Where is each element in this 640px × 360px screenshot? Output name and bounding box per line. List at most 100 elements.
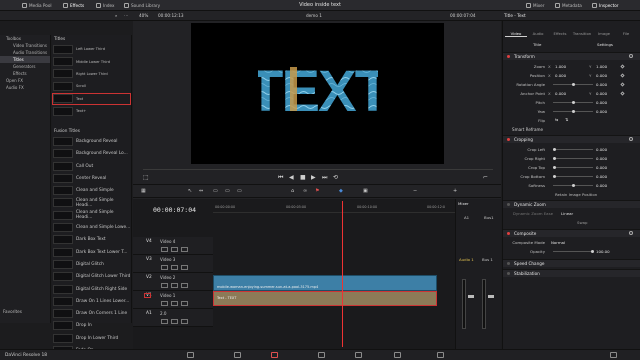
sound-library-button[interactable]: Sound Library	[124, 2, 160, 9]
zoom-in-icon[interactable]: +	[453, 188, 457, 194]
tab-video[interactable]: Video	[505, 31, 527, 37]
track-header-a1[interactable]: A1 2.0	[133, 309, 213, 327]
project-manager-icon[interactable]	[610, 352, 617, 358]
lock-track-button[interactable]	[161, 283, 168, 288]
tree-item-audio-transitions[interactable]: Audio Transitions	[0, 49, 50, 56]
timeline-ruler[interactable]: 00:00:00:00 00:00:05:00 00:00:10:00 00:0…	[213, 201, 455, 213]
swap-button[interactable]: Swap	[577, 220, 588, 225]
tree-item-video-transitions[interactable]: Video Transitions	[0, 42, 50, 49]
go-to-end-icon[interactable]: ⏭	[322, 174, 327, 182]
zoom-y-field[interactable]: 1.000	[596, 64, 607, 69]
fusion-title-item[interactable]: Clean and Simple Lowe...	[52, 221, 131, 233]
track-header-v2[interactable]: V2 Video 2	[133, 273, 213, 291]
mixer-button[interactable]: Mixer	[526, 2, 544, 9]
fusion-title-item[interactable]: Digital Glitch Lower Third	[52, 271, 131, 283]
composite-section[interactable]: Composite	[503, 229, 640, 237]
flip-vertical-icon[interactable]: ⇅	[565, 117, 568, 122]
title-item[interactable]: Middle Lower Third	[52, 55, 131, 67]
trim-tool-icon[interactable]: ⇔	[199, 188, 203, 194]
zoom-full-icon[interactable]: ▣	[363, 188, 368, 194]
track-visibility-button[interactable]	[181, 283, 188, 288]
tree-item-open-fx[interactable]: Open FX	[0, 77, 50, 84]
yaw-field[interactable]: 0.000	[596, 109, 607, 114]
search-icon[interactable]: ⌕	[115, 13, 117, 18]
loop-icon[interactable]: ⟲	[333, 174, 338, 181]
anchor-x-field[interactable]: 0.000	[555, 91, 566, 96]
transform-section[interactable]: Transform	[503, 52, 640, 60]
layout-icon[interactable]: ▦	[141, 188, 146, 194]
flag-icon[interactable]: ⚑	[315, 188, 319, 194]
mute-track-button[interactable]	[181, 319, 188, 324]
fusion-title-item[interactable]: Clean and Simple Headi...	[52, 209, 131, 221]
subtab-settings[interactable]: Settings	[597, 42, 613, 47]
rotation-field[interactable]: 0.000	[596, 82, 607, 87]
keyframe-icon[interactable]	[620, 64, 625, 69]
crop-left-field[interactable]: 0.000	[596, 147, 607, 152]
index-button[interactable]: Index	[96, 2, 115, 9]
keyframe-icon[interactable]	[620, 82, 625, 87]
fusion-title-item[interactable]: Call Out	[52, 160, 131, 172]
tab-audio[interactable]: Audio	[527, 31, 549, 36]
lock-track-button[interactable]	[161, 301, 168, 306]
viewer-canvas[interactable]: TEXT	[191, 23, 444, 164]
title-item[interactable]: Scroll	[52, 80, 131, 92]
fusion-title-item[interactable]: Center Reveal	[52, 172, 131, 184]
video-clip[interactable]: mobile-woman-enjoying-summer-sun-at-a-po…	[213, 275, 437, 291]
metadata-button[interactable]: Metadata	[555, 2, 582, 9]
fusion-title-item[interactable]: Background Reveal Lo...	[52, 148, 131, 160]
fusion-title-item[interactable]: Drop In Lower Third	[52, 332, 131, 344]
link-icon[interactable]: ∞	[303, 188, 307, 194]
anchor-y-field[interactable]: 0.000	[596, 91, 607, 96]
tree-item-audio-fx[interactable]: Audio FX	[0, 84, 50, 91]
title-item-selected[interactable]: Text	[52, 92, 131, 105]
replace-clip-icon[interactable]: ▭	[237, 188, 242, 194]
tree-item-toolbox[interactable]: Toolbox	[0, 35, 50, 42]
deliver-page-icon[interactable]	[437, 352, 444, 358]
fusion-title-item[interactable]: Drop In	[52, 320, 131, 332]
crop-left-slider[interactable]	[553, 148, 593, 151]
softness-field[interactable]: 0.000	[596, 183, 607, 188]
solo-track-button[interactable]	[171, 319, 178, 324]
opacity-slider[interactable]	[553, 250, 594, 253]
keyframe-icon[interactable]	[620, 73, 625, 78]
composite-mode-select[interactable]: Normal	[551, 240, 565, 245]
dynamic-zoom-section[interactable]: Dynamic Zoom	[503, 200, 640, 208]
snapping-icon[interactable]: ⌂	[291, 188, 294, 194]
match-frame-icon[interactable]: ⌐	[483, 174, 488, 181]
media-pool-button[interactable]: Media Pool	[22, 2, 52, 9]
bus1-fader[interactable]	[488, 295, 494, 298]
cut-page-icon[interactable]	[234, 352, 241, 358]
tree-item-generators[interactable]: Generators	[0, 63, 50, 70]
fusion-title-item[interactable]: Digital Glitch	[52, 258, 131, 270]
fusion-title-item[interactable]: Draw On 1 Lines Lower...	[52, 295, 131, 307]
retain-image-position-checkbox[interactable]: Retain Image Position	[555, 192, 597, 197]
play-icon[interactable]: ▶	[311, 174, 316, 181]
title-item[interactable]: Left Lower Third	[52, 43, 131, 55]
reset-icon[interactable]	[629, 137, 633, 141]
destination-track-button[interactable]	[144, 293, 151, 298]
track-header-v4[interactable]: V4 Video 4	[133, 237, 213, 255]
title-item[interactable]: Right Lower Third	[52, 68, 131, 80]
go-to-start-icon[interactable]: ⏮	[278, 174, 283, 182]
position-x-field[interactable]: 0.000	[555, 73, 566, 78]
color-page-icon[interactable]	[355, 352, 362, 358]
zoom-out-icon[interactable]: −	[413, 188, 417, 194]
fusion-title-item[interactable]: Clean and Simple	[52, 185, 131, 197]
auto-select-button[interactable]	[171, 283, 178, 288]
fusion-title-item[interactable]: Dark Box Text	[52, 234, 131, 246]
reverse-icon[interactable]: ◀	[289, 174, 294, 181]
edit-page-icon[interactable]	[271, 352, 278, 358]
track-visibility-button[interactable]	[181, 301, 188, 306]
selection-tool-icon[interactable]: ↖	[188, 188, 192, 194]
enable-dot[interactable]	[507, 262, 510, 265]
tab-effects[interactable]: Effects	[549, 31, 571, 36]
fusion-title-item[interactable]: Digital Glitch Right Side	[52, 283, 131, 295]
viewer-options-icon[interactable]: ⬚	[143, 174, 149, 181]
tab-file[interactable]: File	[615, 31, 637, 36]
fusion-title-item[interactable]: Clean and Simple Headi...	[52, 197, 131, 209]
auto-select-button[interactable]	[171, 265, 178, 270]
cropping-section[interactable]: Cropping	[503, 135, 640, 143]
marker-icon[interactable]: ◆	[339, 188, 343, 194]
lock-track-button[interactable]	[161, 247, 168, 252]
tree-item-titles[interactable]: Titles	[0, 56, 50, 63]
